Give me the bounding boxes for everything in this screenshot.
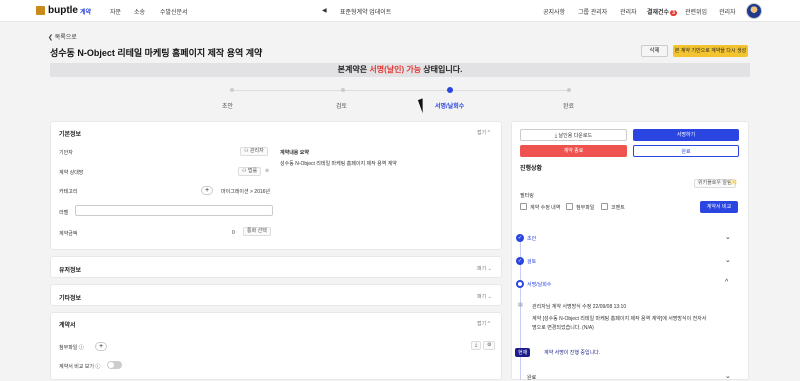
step-dot-draft [230, 88, 234, 92]
other-info-card: 기타정보 펴기 ⌄ [50, 284, 502, 306]
other-info-title: 기타정보 [59, 296, 82, 302]
current-tag: 현재 [515, 348, 531, 357]
progress-title: 진행상황 [520, 166, 543, 172]
step-draft[interactable]: 초안 [222, 101, 233, 110]
current-status-text: 계약 서명이 진행 중입니다. [544, 350, 601, 356]
step-sign[interactable]: 서명/날회수 [435, 101, 464, 110]
back-to-list-link[interactable]: ❮ 목록으로 [48, 32, 77, 41]
page-title: 성수동 N-Object 리테일 마케팅 홈페이지 제작 용역 계약 [50, 48, 263, 58]
other-info-expand[interactable]: 펴기 ⌄ [477, 293, 492, 300]
filter-attach-checkbox[interactable] [566, 203, 573, 210]
end-contract-button[interactable]: 계약 종료 [520, 145, 627, 157]
complete-button[interactable]: 완료 [633, 145, 739, 157]
timeline-draft[interactable]: 초안 [527, 235, 536, 242]
filter-comment-checkbox[interactable] [601, 203, 608, 210]
compare-view-label: 계약서 비교 보기 ⓘ [59, 364, 101, 370]
step-dot-complete [567, 88, 571, 92]
sign-button[interactable]: 서명하기 [633, 129, 739, 141]
status-banner: 본계약은 서명(날인) 가능 상태입니다. [50, 63, 750, 77]
timeline-sign[interactable]: 서명/날회수 [527, 281, 551, 288]
right-panel: ⤓ 날인용 다운로드 서명하기 계약 종료 완료 진행상황 위키플로우 알림 ✉… [511, 121, 749, 380]
timeline-check-icon: ✓ [516, 257, 524, 265]
filter-edit-checkbox[interactable] [520, 203, 527, 210]
step-review[interactable]: 검토 [336, 101, 347, 110]
document-icon: ▤ [518, 302, 523, 308]
group-admin-link[interactable]: 그룹 관리자 [578, 7, 607, 16]
approval-count-badge: 3 [670, 10, 677, 16]
counterpart-value[interactable]: ⚇ 법률 [238, 167, 262, 176]
basic-info-collapse[interactable]: 접기 ^ [477, 129, 490, 136]
timeline-review[interactable]: 검토 [527, 258, 536, 265]
announcement-link[interactable]: 표준형계약 업데이트 [340, 7, 391, 16]
step-complete[interactable]: 완료 [563, 101, 574, 110]
filter-attach-label: 첨부파일 [576, 205, 595, 211]
category-value: 마이그레이션 > 2016년 [221, 189, 271, 195]
mail-icon[interactable]: ✉ [730, 178, 737, 187]
contract-doc-card: 계약서 접기 ^ 첨부파일 ⓘ + ⤓ ⚙ 계약서 비교 보기 ⓘ [50, 312, 502, 380]
logo-mark-icon [36, 6, 45, 15]
log-body-line2: 명으로 변경되었습니다. (N/A) [532, 325, 594, 331]
user-avatar[interactable] [746, 3, 762, 19]
amount-value: 0 [232, 230, 235, 236]
user-info-title: 유저정보 [59, 268, 82, 274]
user-menu-link[interactable]: 관리자 [719, 7, 736, 16]
contractor-value[interactable]: ⚇ 관리자 [240, 147, 268, 156]
notice-link[interactable]: 공지사항 [543, 7, 565, 16]
chevron-down-icon[interactable]: ⌄ [725, 256, 731, 264]
nav-consult[interactable]: 자문 [110, 7, 121, 16]
timeline-check-icon: ✓ [516, 234, 524, 242]
timeline-current-icon [516, 280, 524, 288]
related-link[interactable]: 관련위임 [685, 7, 707, 16]
counterpart-remove-icon[interactable]: ⊗ [265, 168, 269, 174]
counterpart-label: 계약 상대방 [59, 170, 84, 176]
step-dot-review [341, 88, 345, 92]
contract-doc-title: 계약서 [59, 323, 76, 329]
settings-icon[interactable]: ⚙ [483, 341, 496, 350]
progress-track [232, 90, 570, 91]
compare-contract-button[interactable]: 계약서 비교 [700, 201, 738, 213]
label-input[interactable] [75, 205, 273, 216]
nav-litigation[interactable]: 소송 [134, 7, 145, 16]
basic-info-card: 기본정보 접기 ^ 기안자 ⚇ 관리자 계약 상대방 ⚇ 법률 ⊗ 카테고리 +… [50, 121, 502, 250]
user-info-expand[interactable]: 펴기 ⌄ [477, 265, 492, 272]
filter-label: 필터링 [520, 193, 534, 199]
attachment-label: 첨부파일 ⓘ [59, 345, 84, 351]
label-label: 라벨 [59, 210, 69, 216]
filter-edit-label: 계약 수정 내역 [530, 205, 561, 211]
download-icon[interactable]: ⤓ [471, 341, 482, 350]
megaphone-icon: ◀ [322, 8, 327, 14]
amount-label: 계약금액 [59, 231, 78, 237]
currency-select-button[interactable]: 통화 선택 [243, 227, 271, 236]
contract-doc-collapse[interactable]: 접기 ^ [477, 320, 490, 327]
top-navigation-bar: buptle 계약 자문 소송 수발신문서 ◀ 표준형계약 업데이트 공지사항 … [0, 0, 800, 22]
user-info-card: 유저정보 펴기 ⌄ [50, 256, 502, 278]
chevron-up-icon[interactable]: ^ [725, 279, 728, 286]
regenerate-contract-button[interactable]: 본 계약 기반으로 계약을 다시 생성 [673, 45, 748, 57]
summary-label: 계약내용 요약 [280, 150, 309, 156]
delete-button[interactable]: 삭제 [641, 45, 668, 57]
log-body-line1: 계약 [성수동 N-Object 리테일 마케팅 홈페이지 제작 용역 계약]에… [532, 316, 707, 322]
chevron-down-icon[interactable]: ⌄ [725, 233, 731, 241]
nav-submission[interactable]: 수발신문서 [160, 7, 188, 16]
category-label: 카테고리 [59, 189, 78, 195]
summary-text[interactable]: 성수동 N-Object 리테일 마케팅 홈페이지 제작 용역 계약 [280, 160, 397, 167]
nav-contract[interactable]: 계약 [80, 7, 91, 16]
contractor-label: 기안자 [59, 150, 73, 156]
approval-link[interactable]: 결재건수 3 [647, 7, 677, 16]
compare-view-toggle[interactable] [107, 361, 122, 369]
filter-comment-label: 코멘트 [611, 205, 625, 211]
chevron-down-icon[interactable]: ⌄ [725, 372, 731, 380]
log-meta: 관리자님 계약 서명방식 수정 22/09/08 13:10 [532, 304, 627, 310]
buptle-logo[interactable]: buptle [36, 5, 78, 16]
add-attachment-button[interactable]: + [95, 342, 107, 351]
download-for-seal-button[interactable]: ⤓ 날인용 다운로드 [520, 129, 627, 141]
admin-link[interactable]: 관리자 [620, 7, 637, 16]
step-dot-sign [447, 87, 453, 93]
add-category-button[interactable]: + [201, 186, 213, 195]
basic-info-title: 기본정보 [59, 132, 82, 138]
mouse-cursor-icon [417, 96, 433, 114]
